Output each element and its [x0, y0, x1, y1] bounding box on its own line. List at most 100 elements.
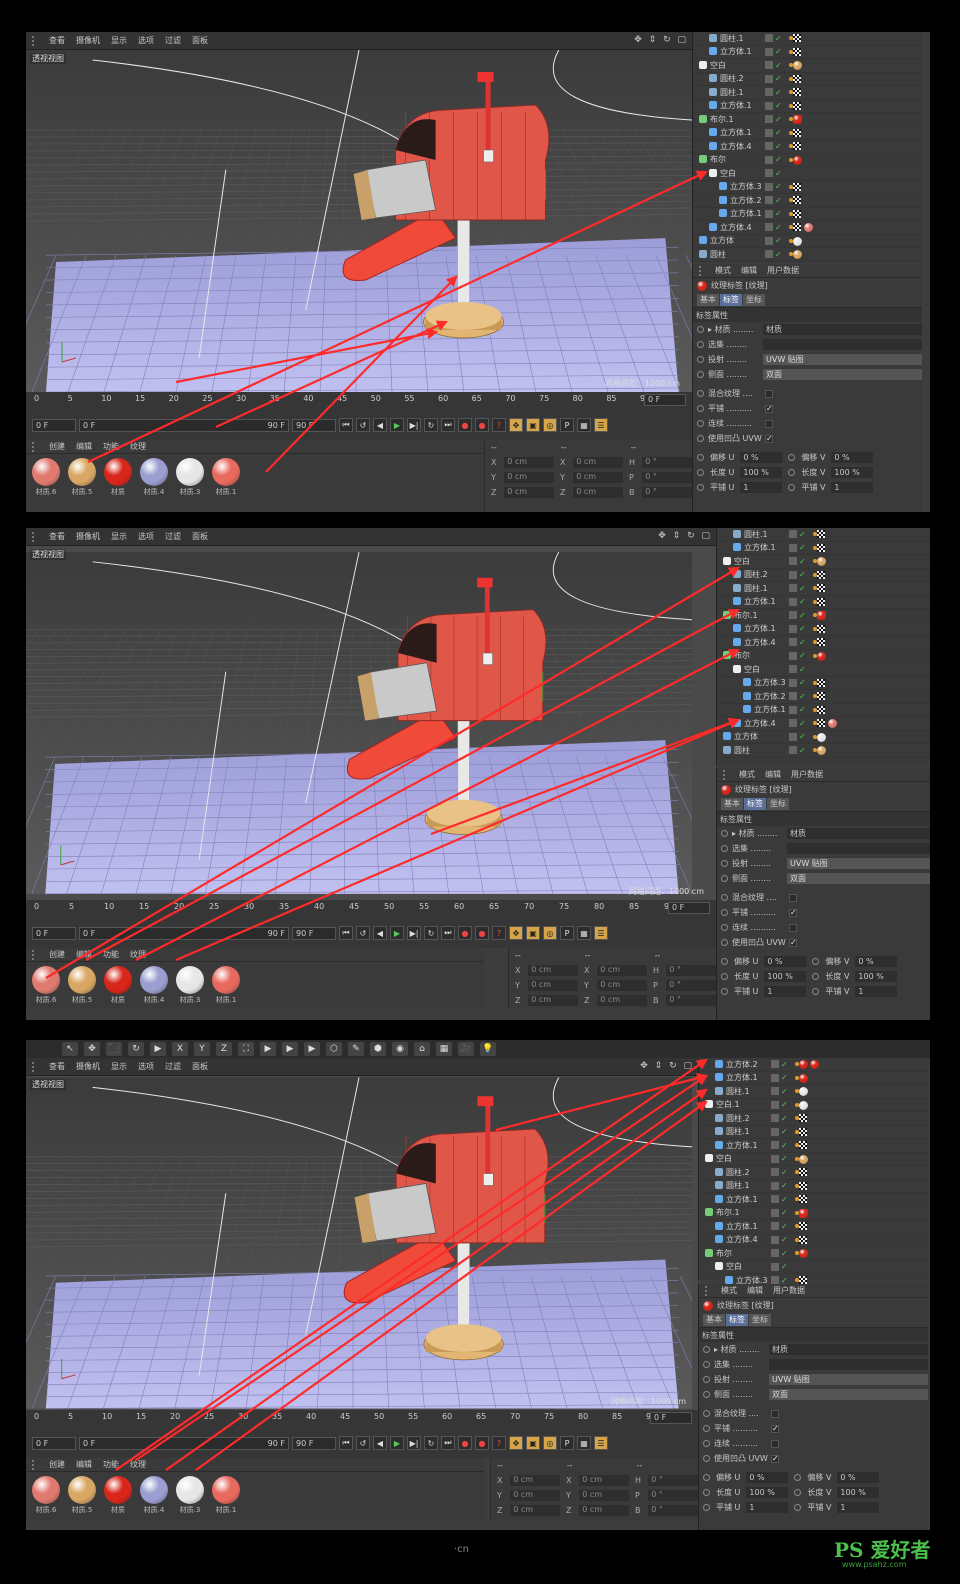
object-row[interactable]: 立方体.4 ✓: [717, 636, 930, 650]
material-swatch[interactable]: 材质.5: [66, 458, 98, 497]
viewport[interactable]: 查看 摄像机 显示 选项 过滤 面板 ✥ ⇕ ↻ ▢ 透视视图 网格间距：1000 cm: [26, 32, 692, 392]
visibility-toggle[interactable]: [789, 624, 797, 633]
visibility-toggle[interactable]: [789, 530, 797, 539]
visibility-toggle[interactable]: [771, 1141, 779, 1150]
viewport-menu-2[interactable]: 显示: [111, 35, 127, 46]
visibility-toggle[interactable]: [771, 1208, 779, 1217]
object-row[interactable]: 圆柱.1 ✓: [699, 1180, 928, 1193]
enable-check-icon[interactable]: ✓: [775, 115, 782, 124]
keyframe-radio-icon[interactable]: [697, 469, 704, 476]
timeline-ruler[interactable]: 051015202530354045505560657075808590: [34, 1412, 658, 1426]
texture-tag-checker-icon[interactable]: [799, 1235, 807, 1244]
attr-checkbox[interactable]: [771, 1439, 779, 1448]
texture-tag-checker-icon[interactable]: [793, 88, 801, 96]
viewport-menu-5[interactable]: 面板: [192, 35, 208, 46]
visibility-toggle[interactable]: [789, 692, 797, 701]
toolbar-tool-19-icon[interactable]: 🎥: [458, 1042, 474, 1056]
visibility-toggle[interactable]: [765, 169, 773, 178]
material-menu-2[interactable]: 功能: [103, 949, 119, 960]
toolbar-tool-12-icon[interactable]: ▶: [304, 1042, 320, 1056]
viewport-menu-0[interactable]: 查看: [49, 1061, 65, 1072]
keyframe-radio-icon[interactable]: [794, 1489, 802, 1496]
object-row[interactable]: 布尔.1 ✓: [693, 113, 922, 127]
toolbar-tool-2-icon[interactable]: ✥: [84, 1042, 100, 1056]
material-menu-2[interactable]: 功能: [103, 1459, 119, 1470]
object-row[interactable]: 圆柱.1 ✓: [693, 32, 922, 46]
rot-key-button[interactable]: ◎: [543, 418, 557, 432]
object-row[interactable]: 空白.1 ✓: [699, 1099, 928, 1112]
viewport-menu-5[interactable]: 面板: [192, 531, 208, 542]
texture-tag-checker-icon[interactable]: [817, 530, 825, 538]
toolbar-tool-3-icon[interactable]: ⬛: [106, 1042, 122, 1056]
attr-dropdown[interactable]: UVW 贴图: [769, 1374, 928, 1385]
play-button[interactable]: ▶: [390, 418, 404, 432]
param-key-button[interactable]: P: [560, 1436, 574, 1450]
attr-menu-1[interactable]: 编辑: [765, 769, 781, 780]
keyframe-radio-icon[interactable]: [703, 1346, 710, 1353]
keyframe-radio-icon[interactable]: [721, 830, 728, 837]
material-menu-1[interactable]: 编辑: [76, 441, 92, 452]
attr-field[interactable]: 材质: [763, 324, 922, 335]
texture-tag-checker-icon[interactable]: [817, 597, 825, 606]
tab-0[interactable]: 基本: [703, 1314, 725, 1326]
attr-field[interactable]: 100 %: [831, 467, 874, 478]
enable-check-icon[interactable]: ✓: [781, 1100, 788, 1109]
object-row[interactable]: 立方体.3 ✓: [693, 181, 922, 194]
start-frame-field[interactable]: 0 F: [32, 926, 76, 940]
key-help-button[interactable]: ?: [492, 418, 506, 432]
pla-key-button[interactable]: ▦: [577, 926, 591, 940]
object-row[interactable]: 立方体.4 ✓: [699, 1234, 928, 1247]
visibility-toggle[interactable]: [771, 1154, 779, 1163]
attr-field[interactable]: 100 %: [855, 971, 898, 982]
keyframe-radio-icon[interactable]: [812, 973, 820, 980]
start-frame-field[interactable]: 0 F: [32, 418, 76, 432]
go-start-button[interactable]: ⏮: [339, 926, 353, 940]
visibility-toggle[interactable]: [789, 651, 797, 660]
object-row[interactable]: 立方体.2 ✓: [717, 690, 930, 704]
visibility-toggle[interactable]: [765, 101, 773, 110]
coord-value-field[interactable]: 0 cm: [510, 1490, 560, 1501]
coord-value-field[interactable]: 0 cm: [528, 980, 578, 991]
object-row[interactable]: 空白 ✓: [717, 555, 930, 569]
attr-field[interactable]: 0 %: [764, 956, 807, 967]
viewport-scene[interactable]: [26, 50, 692, 392]
visibility-toggle[interactable]: [789, 705, 797, 714]
play-button[interactable]: ▶: [390, 1436, 404, 1450]
enable-check-icon[interactable]: ✓: [775, 34, 782, 43]
keyframe-radio-icon[interactable]: [794, 1504, 802, 1511]
viewport-menu-0[interactable]: 查看: [49, 531, 65, 542]
object-row[interactable]: 立方体.4 ✓: [693, 140, 922, 154]
material-menu-0[interactable]: 创建: [49, 1459, 65, 1470]
toolbar-tool-9-icon[interactable]: ⛶: [238, 1042, 254, 1056]
start-frame-field[interactable]: 0 F: [32, 1436, 76, 1450]
keyframe-radio-icon[interactable]: [721, 860, 728, 867]
keyframe-radio-icon[interactable]: [697, 390, 704, 397]
end-frame-field[interactable]: 90 F: [292, 926, 336, 940]
material-swatch[interactable]: 材质.3: [174, 966, 206, 1005]
keyframe-radio-icon[interactable]: [788, 469, 796, 476]
attr-field[interactable]: 0 %: [837, 1472, 880, 1483]
enable-check-icon[interactable]: ✓: [799, 543, 806, 552]
viewport-menu-4[interactable]: 过滤: [165, 1061, 181, 1072]
enable-check-icon[interactable]: ✓: [775, 196, 782, 205]
material-swatch[interactable]: 材质.3: [174, 458, 206, 497]
keyframe-radio-icon[interactable]: [721, 939, 728, 946]
scale-key-button[interactable]: ▣: [526, 1436, 540, 1450]
object-row[interactable]: 圆柱.1 ✓: [699, 1085, 928, 1099]
visibility-toggle[interactable]: [789, 678, 797, 687]
texture-tag-icon[interactable]: [793, 61, 802, 70]
enable-check-icon[interactable]: ✓: [799, 570, 806, 579]
viewport-nav-icons[interactable]: ✥ ⇕ ↻ ▢: [640, 1061, 694, 1071]
toolbar-tool-17-icon[interactable]: ⌂: [414, 1042, 430, 1056]
keyframe-radio-icon[interactable]: [788, 484, 796, 491]
timeline-ruler[interactable]: 051015202530354045505560657075808590: [34, 902, 676, 916]
texture-tag-checker-icon[interactable]: [793, 196, 801, 204]
toolbar-tool-16-icon[interactable]: ◉: [392, 1042, 408, 1056]
texture-tag-icon[interactable]: [828, 719, 837, 728]
attr-field[interactable]: 100 %: [746, 1487, 789, 1498]
enable-check-icon[interactable]: ✓: [775, 209, 782, 218]
object-row[interactable]: 立方体.2 ✓: [693, 194, 922, 208]
coord-value-field[interactable]: 0 cm: [504, 457, 554, 468]
keyframe-radio-icon[interactable]: [703, 1391, 710, 1398]
key-help-button[interactable]: ?: [492, 926, 506, 940]
